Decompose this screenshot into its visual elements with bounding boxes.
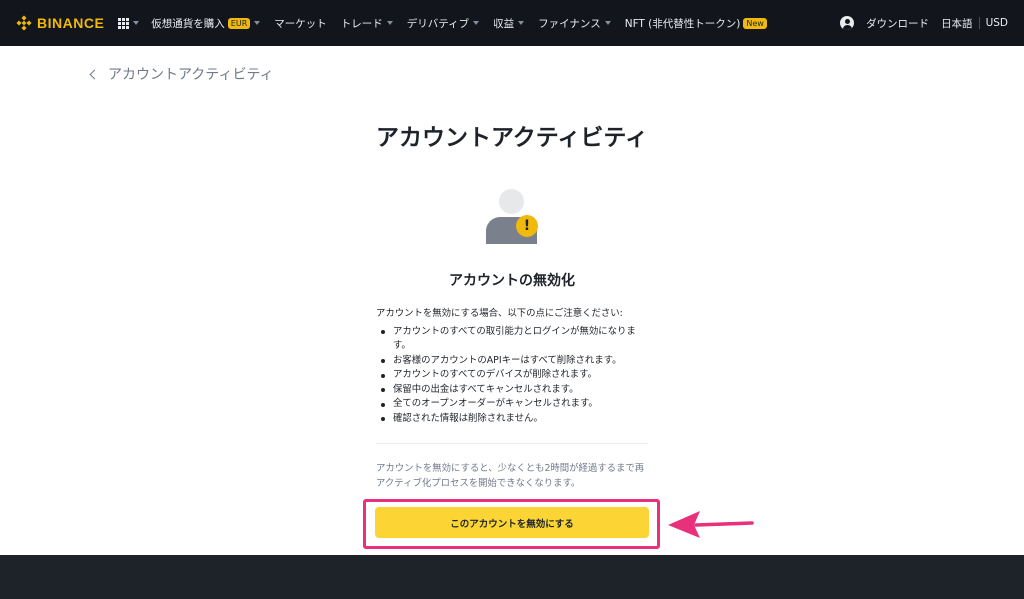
nav-menu: 仮想通貨を購入 EUR マーケット トレード デリバティブ 収益 ファイナンス … bbox=[151, 16, 781, 31]
nav-item-derivatives[interactable]: デリバティブ bbox=[406, 16, 480, 31]
user-circle-icon[interactable] bbox=[840, 16, 855, 30]
logo-text: BINANCE bbox=[37, 15, 105, 31]
binance-logo[interactable]: BINANCE bbox=[16, 15, 104, 31]
warning-list: アカウントのすべての取引能力とログインが無効になります。 お客様のアカウントのA… bbox=[376, 325, 648, 427]
breadcrumb-label: アカウントアクティビティ bbox=[108, 67, 274, 83]
chevron-left-icon bbox=[89, 69, 100, 79]
currency-badge: EUR bbox=[227, 17, 251, 29]
list-item: 保留中の出金はすべてキャンセルされます。 bbox=[376, 383, 648, 398]
chevron-down-icon bbox=[473, 21, 480, 25]
list-item: 確認された情報は削除されません。 bbox=[376, 412, 648, 427]
download-link[interactable]: ダウンロード bbox=[866, 16, 929, 31]
warning-content: アカウントを無効にする場合、以下の点にご注意ください: アカウントのすべての取引… bbox=[376, 307, 648, 426]
nav-item-nft[interactable]: NFT (非代替性トークン) New bbox=[625, 16, 767, 31]
nav-divider bbox=[978, 17, 980, 29]
divider bbox=[376, 443, 648, 444]
nav-item-buy-crypto[interactable]: 仮想通貨を購入 EUR bbox=[151, 16, 261, 31]
section-title: アカウントの無効化 bbox=[449, 273, 575, 289]
chevron-down-icon bbox=[386, 21, 393, 25]
apps-menu-button[interactable] bbox=[118, 17, 140, 29]
nav-item-finance[interactable]: ファイナンス bbox=[538, 16, 611, 31]
avatar-head bbox=[499, 189, 524, 214]
user-alert-icon: ! bbox=[486, 189, 540, 244]
chevron-down-icon bbox=[133, 21, 140, 25]
chevron-down-icon bbox=[518, 21, 525, 25]
nav-right: ダウンロード 日本語 USD bbox=[840, 0, 1008, 46]
grid-icon bbox=[118, 17, 130, 29]
nav-item-label: デリバティブ bbox=[406, 17, 470, 30]
currency-selector[interactable]: USD bbox=[986, 17, 1008, 29]
nav-item-earn[interactable]: 収益 bbox=[493, 16, 525, 31]
list-item: お客様のアカウントのAPIキーはすべて削除されます。 bbox=[376, 354, 648, 369]
exclamation-icon: ! bbox=[516, 215, 538, 237]
list-item: 全てのオープンオーダーがキャンセルされます。 bbox=[376, 397, 648, 412]
top-navigation: BINANCE 仮想通貨を購入 EUR マーケット トレード デリバティブ 収益 bbox=[0, 0, 1024, 46]
disable-account-button[interactable]: このアカウントを無効にする bbox=[375, 507, 649, 538]
nav-item-label: 収益 bbox=[493, 17, 515, 30]
list-item: アカウントのすべてのデバイスが削除されます。 bbox=[376, 368, 648, 383]
binance-diamond-icon bbox=[16, 15, 32, 31]
nav-item-label: ファイナンス bbox=[538, 17, 601, 30]
page-title: アカウントアクティビティ bbox=[375, 125, 649, 151]
nav-item-trade[interactable]: トレード bbox=[341, 16, 393, 31]
arrow-left-icon bbox=[668, 511, 754, 538]
footer bbox=[0, 555, 1024, 599]
language-selector[interactable]: 日本語 bbox=[941, 16, 973, 31]
list-item: アカウントのすべての取引能力とログインが無効になります。 bbox=[376, 325, 648, 354]
chevron-down-icon bbox=[254, 21, 261, 25]
nav-item-label: NFT (非代替性トークン) bbox=[624, 17, 741, 30]
new-badge: New bbox=[743, 17, 767, 29]
nav-item-label: マーケット bbox=[274, 17, 327, 30]
nav-item-markets[interactable]: マーケット bbox=[274, 16, 327, 31]
chevron-down-icon bbox=[604, 21, 611, 25]
nav-item-label: 仮想通貨を購入 bbox=[151, 17, 225, 30]
warning-intro: アカウントを無効にする場合、以下の点にご注意ください: bbox=[376, 308, 623, 319]
reactivation-note: アカウントを無効にすると、少なくとも2時間が経過するまで再アクティブ化プロセスを… bbox=[376, 463, 645, 489]
back-link[interactable]: アカウントアクティビティ bbox=[88, 64, 274, 84]
nav-item-label: トレード bbox=[340, 17, 383, 30]
